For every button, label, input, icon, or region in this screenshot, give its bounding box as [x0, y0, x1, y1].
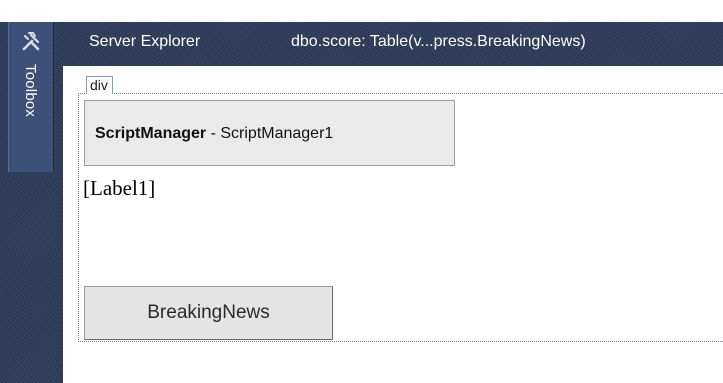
- script-manager-type: ScriptManager: [95, 125, 207, 142]
- window-top-strip: [0, 0, 723, 22]
- toolbox-icon: [22, 32, 40, 51]
- tab-server-explorer[interactable]: Server Explorer: [89, 33, 200, 51]
- label1-control[interactable]: [Label1]: [83, 176, 155, 201]
- script-manager-separator: -: [206, 125, 221, 142]
- script-manager-id: ScriptManager1: [220, 125, 334, 142]
- toolbox-tab[interactable]: Toolbox: [8, 22, 54, 172]
- div-element-tag[interactable]: div: [86, 76, 113, 94]
- design-surface[interactable]: div ScriptManager - ScriptManager1 [Labe…: [63, 66, 723, 383]
- tab-dbo-score-table[interactable]: dbo.score: Table(v...press.BreakingNews): [291, 33, 586, 51]
- script-manager-control[interactable]: ScriptManager - ScriptManager1: [84, 100, 455, 166]
- breaking-news-button[interactable]: BreakingNews: [84, 286, 333, 340]
- toolbox-label: Toolbox: [22, 64, 39, 118]
